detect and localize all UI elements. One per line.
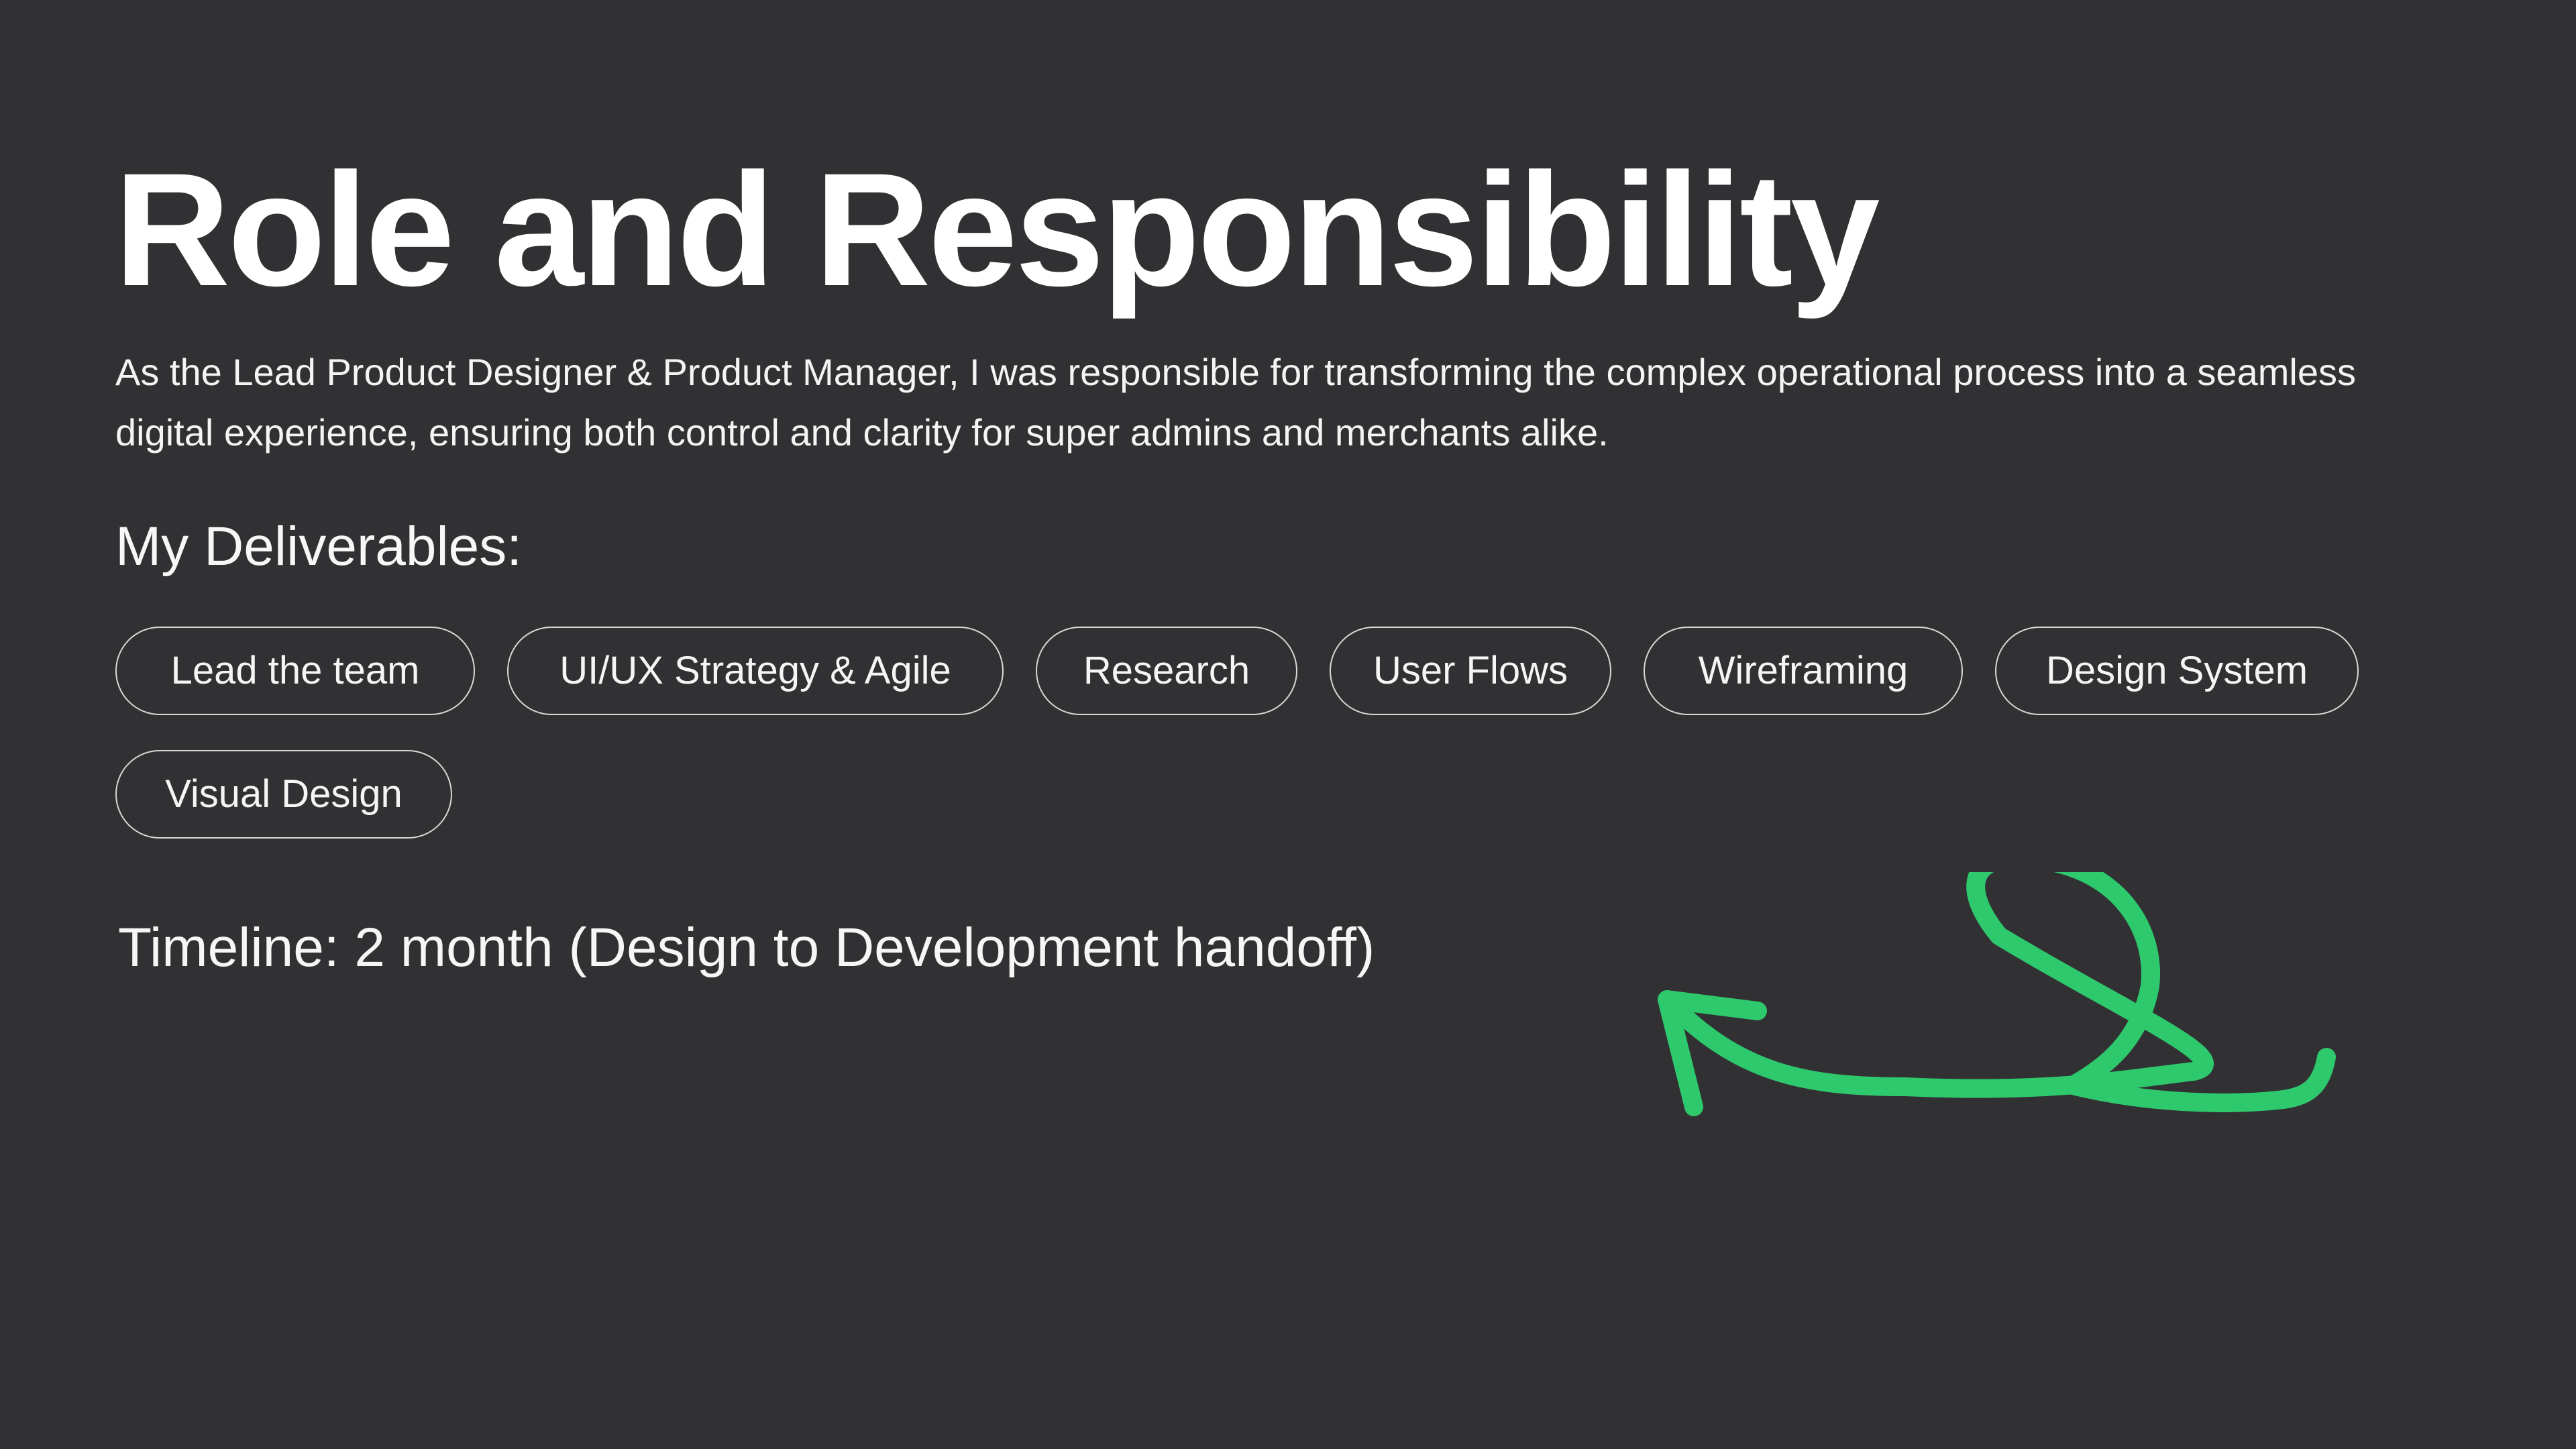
deliverable-pill-research: Research [1036, 627, 1297, 715]
timeline-text: Timeline: 2 month (Design to Development… [118, 917, 1375, 978]
green-loop-arrow-icon [1658, 872, 2336, 1116]
deliverable-pill-lead-the-team: Lead the team [115, 627, 475, 715]
deliverable-pill-visual-design: Visual Design [115, 750, 452, 839]
page-title: Role and Responsibility [114, 140, 1880, 319]
deliverable-pill-design-system: Design System [1995, 627, 2359, 715]
deliverable-pill-ui-ux-strategy-agile: UI/UX Strategy & Agile [507, 627, 1004, 715]
green-loop-arrow-path [1658, 872, 2336, 1116]
deliverables-heading: My Deliverables: [115, 516, 523, 577]
deliverable-pill-user-flows: User Flows [1330, 627, 1611, 715]
description: As the Lead Product Designer & Product M… [115, 351, 2356, 453]
slide: Role and Responsibility As the Lead Prod… [0, 0, 2576, 1449]
deliverable-pill-wireframing: Wireframing [1644, 627, 1963, 715]
